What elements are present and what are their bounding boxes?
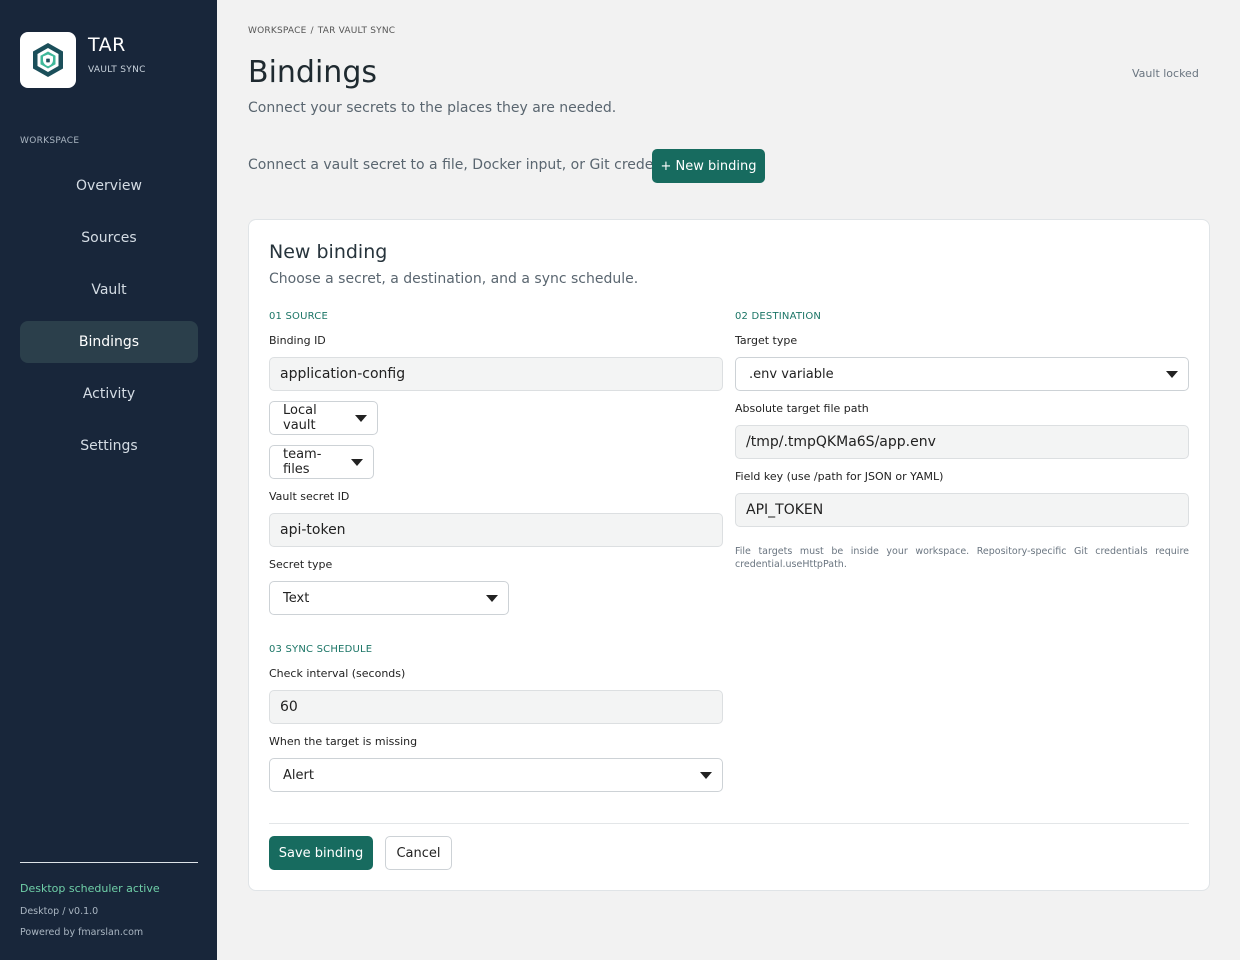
chevron-down-icon	[351, 459, 363, 466]
destination-note: File targets must be inside your workspa…	[735, 546, 1189, 570]
sidebar-item-overview[interactable]: Overview	[20, 165, 198, 207]
card-title: New binding	[269, 241, 388, 263]
collection-select[interactable]: team-files	[269, 445, 374, 479]
target-type-label: Target type	[735, 334, 798, 347]
sidebar: TAR VAULT SYNC WORKSPACE Overview Source…	[0, 0, 217, 960]
target-type-value: .env variable	[749, 366, 834, 382]
schedule-step-label: 03 SYNC SCHEDULE	[269, 644, 373, 655]
breadcrumb-root[interactable]: WORKSPACE	[248, 26, 306, 36]
target-path-label: Absolute target file path	[735, 402, 869, 415]
chevron-down-icon	[1166, 371, 1178, 378]
vault-lock-status: Vault locked	[1132, 67, 1199, 80]
missing-target-value: Alert	[283, 767, 314, 783]
powered-by-link[interactable]: Powered by fmarslan.com	[20, 927, 143, 938]
app-name: TAR	[88, 34, 126, 56]
breadcrumb-current: TAR VAULT SYNC	[317, 26, 396, 36]
chevron-down-icon	[700, 772, 712, 779]
page-subtitle: Connect your secrets to the places they …	[248, 100, 617, 116]
shield-lock-icon	[20, 32, 76, 88]
intro-text: Connect a vault secret to a file, Docker…	[248, 157, 689, 173]
missing-target-label: When the target is missing	[269, 735, 418, 748]
interval-label: Check interval (seconds)	[269, 667, 406, 680]
breadcrumb: WORKSPACE / TAR VAULT SYNC	[248, 26, 395, 36]
chevron-down-icon	[486, 595, 498, 602]
form-divider	[269, 823, 1189, 824]
scheduler-status: Desktop scheduler active	[20, 882, 160, 895]
secret-type-select[interactable]: Text	[269, 581, 509, 615]
sidebar-item-vault[interactable]: Vault	[20, 269, 198, 311]
missing-target-select[interactable]: Alert	[269, 758, 723, 792]
sidebar-item-activity[interactable]: Activity	[20, 373, 198, 415]
source-step-label: 01 SOURCE	[269, 311, 328, 322]
brand: TAR VAULT SYNC	[20, 32, 146, 88]
binding-id-input[interactable]: application-config	[269, 357, 723, 391]
sidebar-nav: Overview Sources Vault Bindings Activity…	[20, 165, 198, 477]
breadcrumb-separator: /	[310, 26, 314, 36]
binding-id-label: Binding ID	[269, 334, 326, 347]
interval-input[interactable]: 60	[269, 690, 723, 724]
target-path-input[interactable]: /tmp/.tmpQKMa6S/app.env	[735, 425, 1189, 459]
sidebar-item-settings[interactable]: Settings	[20, 425, 198, 467]
new-binding-button[interactable]: + New binding	[652, 149, 765, 183]
secret-type-label: Secret type	[269, 558, 333, 571]
destination-step-label: 02 DESTINATION	[735, 311, 822, 322]
page-title: Bindings	[248, 55, 377, 90]
field-key-label: Field key (use /path for JSON or YAML)	[735, 470, 944, 483]
chevron-down-icon	[355, 415, 367, 422]
sidebar-item-sources[interactable]: Sources	[20, 217, 198, 259]
target-type-select[interactable]: .env variable	[735, 357, 1189, 391]
card-subtitle: Choose a secret, a destination, and a sy…	[269, 271, 639, 287]
app-subtitle: VAULT SYNC	[88, 65, 146, 75]
app-version: Desktop / v0.1.0	[20, 906, 99, 917]
field-key-input[interactable]: API_TOKEN	[735, 493, 1189, 527]
cancel-button[interactable]: Cancel	[385, 836, 452, 870]
vault-secret-id-input[interactable]: api-token	[269, 513, 723, 547]
sidebar-item-bindings[interactable]: Bindings	[20, 321, 198, 363]
vault-select-value: Local vault	[283, 403, 317, 433]
sidebar-divider	[20, 862, 198, 863]
vault-select[interactable]: Local vault	[269, 401, 378, 435]
new-binding-card: New binding Choose a secret, a destinati…	[248, 219, 1210, 891]
sidebar-section-label: WORKSPACE	[20, 136, 80, 146]
secret-type-value: Text	[283, 590, 310, 606]
save-binding-button[interactable]: Save binding	[269, 836, 373, 870]
collection-select-value: team-files	[283, 447, 322, 477]
vault-secret-id-label: Vault secret ID	[269, 490, 350, 503]
